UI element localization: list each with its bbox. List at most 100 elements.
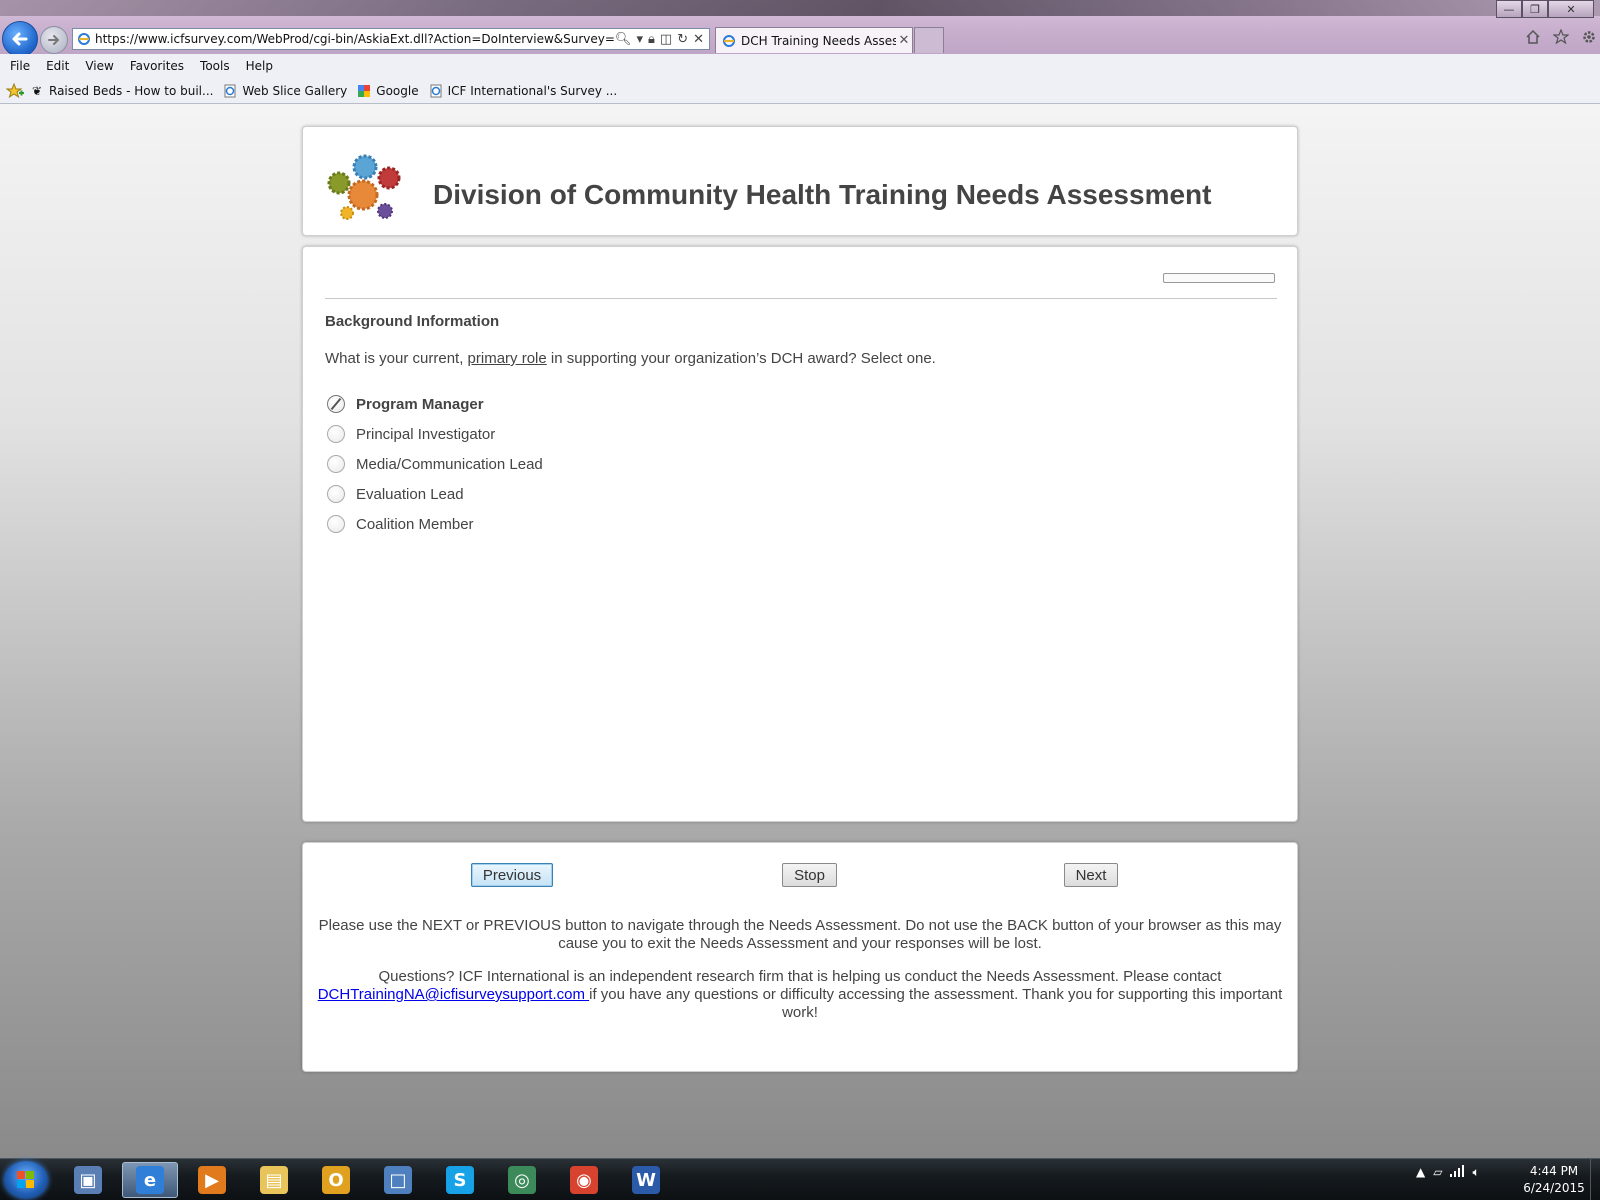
url-text[interactable]: https://www.icfsurvey.com/WebProd/cgi-bi… — [95, 32, 615, 46]
search-icon[interactable]: 🔍︎ — [615, 32, 632, 47]
option-label[interactable]: Program Manager — [356, 396, 484, 413]
home-icon[interactable] — [1524, 28, 1542, 46]
signal-icon[interactable] — [1450, 1165, 1465, 1180]
questions-text-end: if you have any questions or difficulty … — [589, 986, 1283, 1021]
restore-button[interactable]: ❐ — [1522, 0, 1548, 18]
menu-favorites[interactable]: Favorites — [122, 59, 192, 73]
start-button[interactable] — [4, 1161, 48, 1199]
refresh-icon[interactable]: ↻ — [677, 32, 688, 47]
taskbar-app-button[interactable]: ◎ — [494, 1162, 550, 1198]
option-program-manager[interactable]: Program Manager — [327, 389, 543, 419]
favorite-icf-survey[interactable]: ICF International's Survey ... — [429, 83, 618, 98]
favorite-label: ICF International's Survey ... — [447, 83, 618, 98]
back-button[interactable] — [2, 21, 38, 57]
compatibility-view-icon[interactable]: ◫ — [660, 32, 672, 47]
menu-edit[interactable]: Edit — [38, 59, 77, 73]
favorites-bar: ❦ Raised Beds - How to buil... Web Slice… — [0, 78, 1600, 104]
new-tab-button[interactable] — [914, 27, 944, 53]
radio-button[interactable] — [327, 515, 345, 533]
globe-icon: ◎ — [508, 1166, 536, 1194]
window-caption-strip — [0, 0, 1600, 16]
option-media-communication-lead[interactable]: Media/Communication Lead — [327, 449, 543, 479]
taskbar-app-button[interactable]: □ — [370, 1162, 426, 1198]
radio-button[interactable] — [327, 455, 345, 473]
option-principal-investigator[interactable]: Principal Investigator — [327, 419, 543, 449]
option-label[interactable]: Coalition Member — [356, 516, 474, 533]
stop-button[interactable]: Stop — [782, 863, 837, 887]
taskbar-app-button[interactable]: e — [122, 1162, 178, 1198]
next-button[interactable]: Next — [1064, 863, 1118, 887]
option-coalition-member[interactable]: Coalition Member — [327, 509, 543, 539]
ie-page-icon — [723, 34, 735, 47]
taskbar-app-button[interactable]: O — [308, 1162, 364, 1198]
close-window-button[interactable]: ✕ — [1548, 0, 1594, 18]
stop-loading-icon[interactable]: ✕ — [693, 32, 704, 47]
browser-tab-active[interactable]: DCH Training Needs Assess... ✕ — [715, 27, 913, 53]
taskbar-app-button[interactable]: ▤ — [246, 1162, 302, 1198]
ie-page-icon — [224, 84, 236, 97]
close-tab-icon[interactable]: ✕ — [896, 33, 912, 48]
windows-explorer-icon: ▣ — [74, 1166, 102, 1194]
radio-button-checked[interactable] — [327, 395, 345, 413]
questions-notice: Questions? ICF International is an indep… — [307, 968, 1293, 1022]
favorite-web-slice-gallery[interactable]: Web Slice Gallery — [223, 84, 347, 98]
favorites-star-icon[interactable] — [1552, 28, 1570, 46]
menu-view[interactable]: View — [77, 59, 121, 73]
radio-button[interactable] — [327, 485, 345, 503]
tab-title: DCH Training Needs Assess... — [741, 33, 896, 48]
question-text-start: What is your current, — [325, 350, 468, 367]
system-tray: ▲ ▱ 🔈︎ — [1416, 1165, 1480, 1180]
option-label[interactable]: Media/Communication Lead — [356, 456, 543, 473]
gear-icon[interactable] — [1580, 28, 1598, 46]
volume-icon[interactable]: 🔈︎ — [1472, 1165, 1479, 1180]
minimize-button[interactable]: — — [1496, 0, 1522, 18]
forward-button[interactable] — [40, 26, 68, 54]
previous-button[interactable]: Previous — [471, 863, 553, 887]
media-player-icon: ▶ — [198, 1166, 226, 1194]
favorite-label: Web Slice Gallery — [242, 83, 348, 98]
page-viewport: Division of Community Health Training Ne… — [0, 104, 1600, 1158]
lock-icon[interactable]: 🔒︎ — [648, 32, 655, 47]
taskbar-app-button[interactable]: S — [432, 1162, 488, 1198]
menu-tools[interactable]: Tools — [192, 59, 238, 73]
option-evaluation-lead[interactable]: Evaluation Lead — [327, 479, 543, 509]
progress-bar — [1163, 273, 1275, 283]
question-panel: Background Information What is your curr… — [302, 246, 1298, 822]
menu-help[interactable]: Help — [238, 59, 281, 73]
remote-desktop-icon: □ — [384, 1166, 412, 1194]
taskbar-app-button[interactable]: ▣ — [60, 1162, 116, 1198]
answer-options: Program Manager Principal Investigator M… — [327, 389, 543, 539]
chrome-icon: ◉ — [570, 1166, 598, 1194]
question-text-end: in supporting your organization’s DCH aw… — [546, 350, 936, 367]
favorite-google[interactable]: Google — [357, 84, 419, 98]
address-bar[interactable]: https://www.icfsurvey.com/WebProd/cgi-bi… — [72, 28, 710, 50]
show-desktop-button[interactable] — [1590, 1159, 1600, 1200]
option-label[interactable]: Evaluation Lead — [356, 486, 464, 503]
tray-expand-icon[interactable]: ▲ — [1416, 1165, 1425, 1180]
taskbar-app-button[interactable]: ◉ — [556, 1162, 612, 1198]
power-icon[interactable]: ▱ — [1433, 1165, 1442, 1180]
menu-file[interactable]: File — [0, 59, 38, 73]
gears-logo-icon — [327, 154, 401, 220]
option-label[interactable]: Principal Investigator — [356, 426, 495, 443]
dropdown-arrow-icon[interactable]: ▾ — [636, 32, 643, 47]
clock-date: 6/24/2015 — [1523, 1181, 1585, 1195]
clock[interactable]: 4:44 PM 6/24/2015 — [1514, 1163, 1594, 1197]
divider — [325, 298, 1277, 299]
ie-page-icon — [78, 33, 90, 45]
browser-title-bar: https://www.icfsurvey.com/WebProd/cgi-bi… — [0, 0, 1600, 57]
support-email-link[interactable]: DCHTrainingNA@icfisurveysupport.com — [318, 986, 589, 1003]
windows-taskbar: ▣ e ▶ ▤ O □ S ◎ ◉ W ▲ ▱ 🔈︎ 4:44 PM 6/24/2015 — [0, 1158, 1600, 1200]
navigation-panel: Previous Stop Next Please use the NEXT o… — [302, 842, 1298, 1072]
favorite-raised-beds[interactable]: ❦ Raised Beds - How to buil... — [30, 83, 214, 98]
google-icon — [358, 84, 371, 97]
taskbar-app-button[interactable]: ▶ — [184, 1162, 240, 1198]
add-favorite-star-icon[interactable] — [6, 82, 24, 99]
section-heading: Background Information — [325, 313, 500, 330]
survey-header: Division of Community Health Training Ne… — [302, 126, 1298, 236]
survey-title: Division of Community Health Training Ne… — [433, 179, 1212, 210]
radio-button[interactable] — [327, 425, 345, 443]
taskbar-app-button[interactable]: W — [618, 1162, 674, 1198]
leaf-icon: ❦ — [31, 83, 43, 98]
skype-icon: S — [446, 1166, 474, 1194]
